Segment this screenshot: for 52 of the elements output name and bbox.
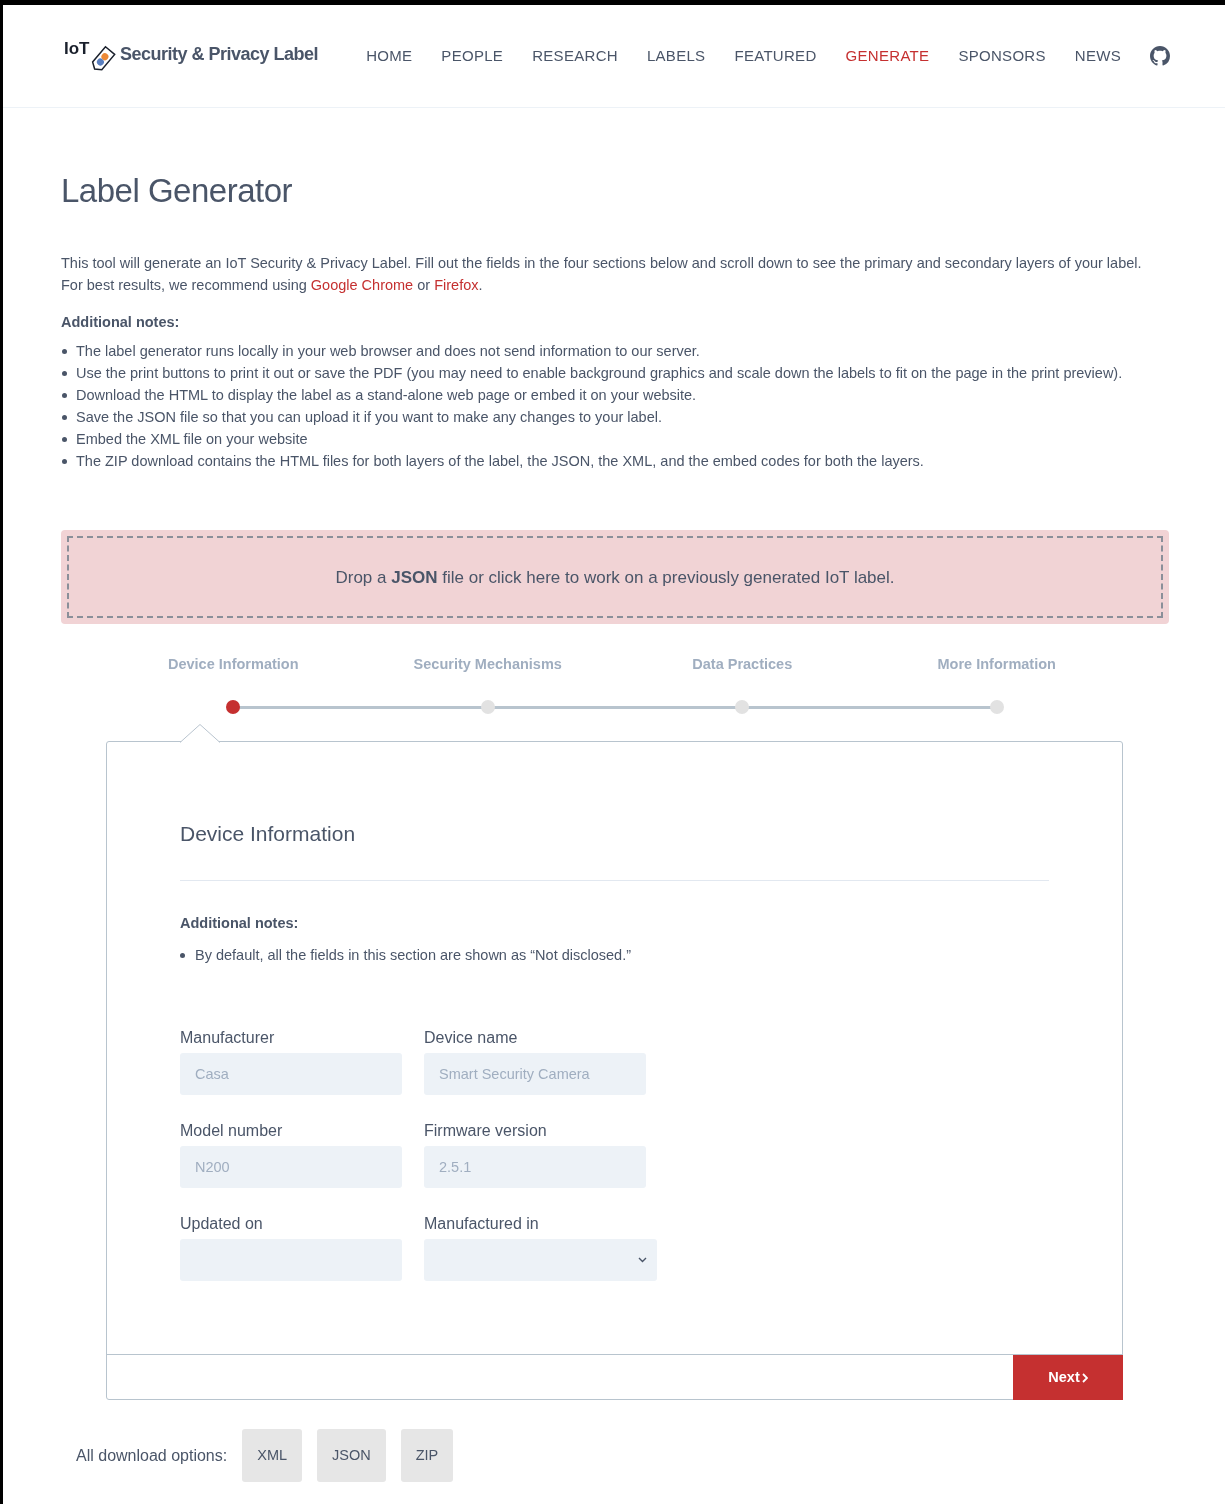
bullet-icon <box>62 415 67 421</box>
download-button[interactable]: JSON <box>317 1429 386 1482</box>
next-button[interactable]: Next <box>1013 1355 1123 1400</box>
note-item: Embed the XML file on your website <box>76 430 308 450</box>
chrome-link[interactable]: Google Chrome <box>310 276 414 293</box>
bullet-icon <box>62 459 67 465</box>
file-drop-zone[interactable]: Drop a JSON file or click here to work on a previously generated IoT label. <box>67 536 1163 619</box>
note-item: By default, all the fields in this section are shown as “Not disclosed.” <box>195 946 632 966</box>
text-field[interactable]: Smart Security Camera <box>424 1053 646 1096</box>
download-button[interactable]: ZIP <box>400 1429 454 1482</box>
note-item: Save the JSON file so that you can upload it if you want to make any changes to your label. <box>76 408 662 428</box>
field-label: Model number <box>180 1121 284 1142</box>
nav-link[interactable]: PEOPLE <box>441 44 504 68</box>
nav-link[interactable]: LABELS <box>646 44 706 68</box>
bullet-icon <box>62 371 67 377</box>
note-item: Use the print buttons to print it out or save the PDF (you may need to enable background graphics and scale down the labels to fit on the page in the print preview). <box>76 364 1123 384</box>
field-label: Updated on <box>180 1214 264 1235</box>
intro-text: This tool will generate an IoT Security & Privacy Label. Fill out the fields in the four sections below and scroll down to see the primary and secondary layers of your label. <box>61 253 1143 273</box>
download-button[interactable]: XML <box>242 1429 303 1482</box>
section-title: Device Information <box>180 818 1049 881</box>
nav-link[interactable]: RESEARCH <box>532 44 618 68</box>
field-label: Device name <box>424 1028 519 1049</box>
field-label: Firmware version <box>424 1121 548 1142</box>
bullet-icon <box>62 349 67 355</box>
bullet-icon <box>62 393 67 399</box>
logo-text: IoT <box>64 38 90 61</box>
field-label: Manufacturer <box>180 1028 276 1049</box>
github-icon[interactable] <box>1150 46 1170 66</box>
notes-heading: Additional notes: <box>180 913 300 933</box>
text-field[interactable]: N200 <box>180 1146 402 1189</box>
nav-link[interactable]: SPONSORS <box>958 44 1046 68</box>
download-options-label: All download options: <box>76 1445 228 1466</box>
notes-heading: Additional notes: <box>61 312 181 332</box>
text-field[interactable]: 2.5.1 <box>424 1146 646 1189</box>
bullet-icon <box>180 953 185 959</box>
nav-link[interactable]: GENERATE <box>845 44 930 68</box>
intro-text: For best results, we recommend using Google Chrome or Firefox. <box>61 275 484 295</box>
field-label: Manufactured in <box>424 1214 540 1235</box>
site-title[interactable]: Security & Privacy Label <box>120 40 319 68</box>
nav-link[interactable]: FEATURED <box>734 44 817 68</box>
firefox-link[interactable]: Firefox <box>434 276 479 293</box>
note-item: Download the HTML to display the label as a stand-alone web page or embed it on your website. <box>76 386 697 406</box>
nav-link[interactable]: NEWS <box>1074 44 1121 68</box>
bullet-icon <box>62 437 67 443</box>
dropdown-field[interactable] <box>424 1239 657 1282</box>
page-title: Label Generator <box>61 171 293 211</box>
chevron-right-icon <box>1081 1372 1088 1383</box>
note-item: The ZIP download contains the HTML files for both layers of the label, the JSON, the XML, and the embed codes for both the layers. <box>76 452 924 472</box>
text-field[interactable]: Casa <box>180 1053 402 1096</box>
note-item: The label generator runs locally in your web browser and does not send information to our server. <box>76 342 700 362</box>
nav-link[interactable]: HOME <box>366 44 413 68</box>
chevron-down-icon <box>638 1257 647 1264</box>
